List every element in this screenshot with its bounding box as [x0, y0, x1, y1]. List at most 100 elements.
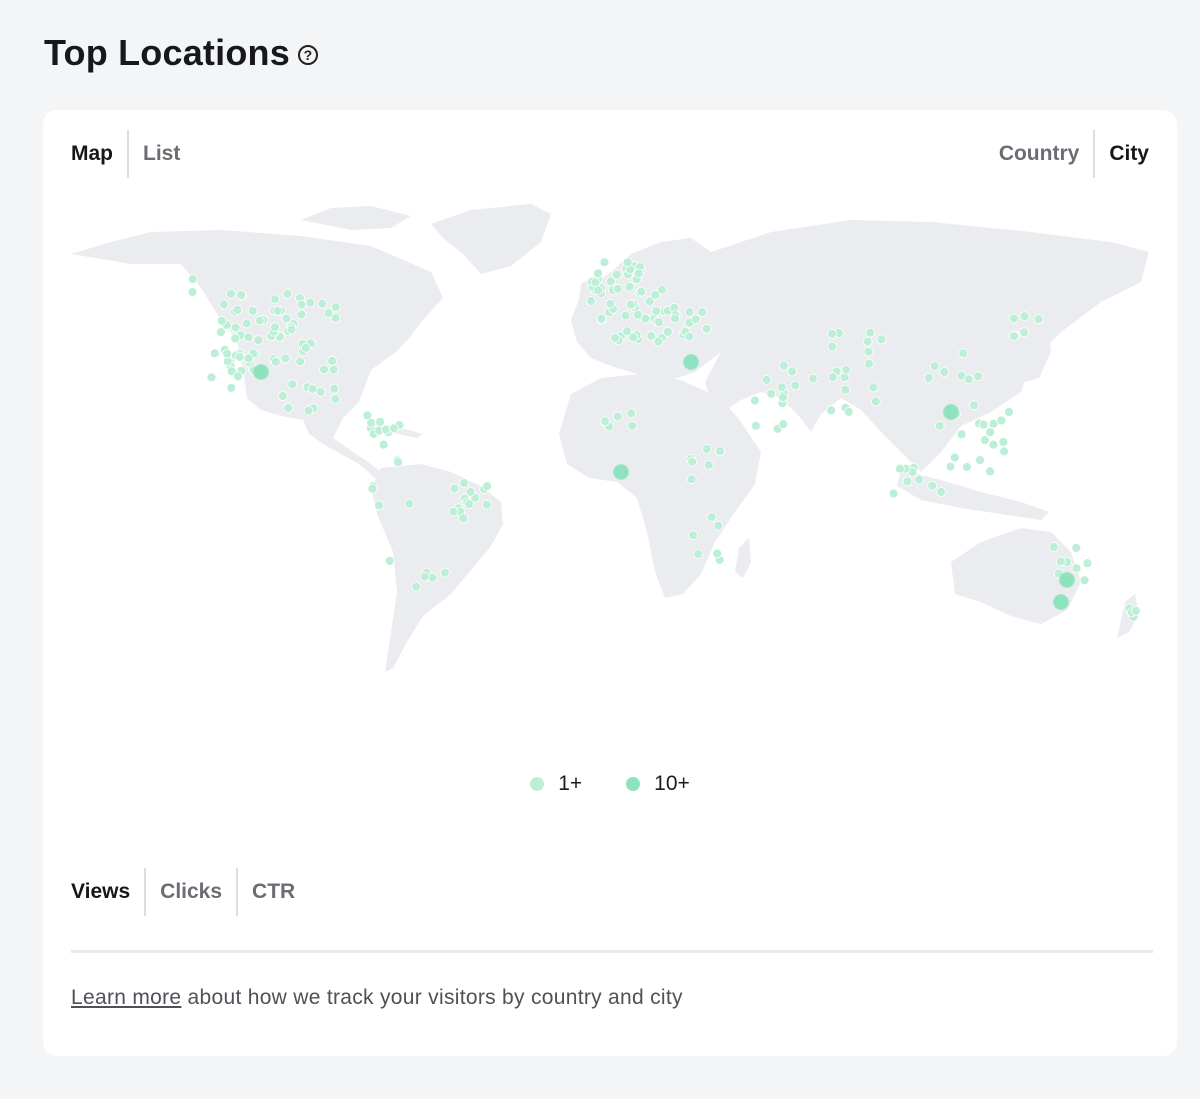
city-marker[interactable]	[230, 333, 241, 344]
city-marker[interactable]	[949, 452, 960, 463]
city-marker[interactable]	[934, 420, 945, 431]
city-marker[interactable]	[303, 405, 314, 416]
city-marker[interactable]	[624, 281, 635, 292]
city-marker[interactable]	[693, 549, 704, 560]
city-marker[interactable]	[684, 307, 695, 317]
city-marker[interactable]	[222, 348, 233, 359]
city-marker[interactable]	[927, 480, 938, 491]
city-marker[interactable]	[449, 483, 460, 494]
city-marker[interactable]	[651, 306, 662, 316]
city-marker[interactable]	[998, 437, 1009, 447]
city-marker[interactable]	[654, 317, 664, 327]
city-marker[interactable]	[963, 374, 974, 385]
city-marker[interactable]	[626, 408, 637, 419]
city-marker[interactable]	[985, 427, 996, 438]
city-marker[interactable]	[458, 513, 469, 524]
city-marker[interactable]	[790, 380, 801, 391]
city-marker[interactable]	[636, 286, 647, 297]
city-marker[interactable]	[975, 455, 985, 466]
city-marker[interactable]	[280, 353, 291, 364]
city-marker[interactable]	[988, 418, 999, 429]
city-marker[interactable]	[1079, 575, 1090, 586]
city-marker[interactable]	[225, 288, 236, 299]
city-marker[interactable]	[684, 331, 695, 342]
city-marker[interactable]	[958, 348, 969, 359]
tab-list[interactable]: List	[127, 130, 194, 178]
city-marker[interactable]	[366, 417, 377, 428]
city-marker[interactable]	[187, 287, 198, 297]
city-marker-10plus[interactable]	[253, 364, 269, 380]
city-marker[interactable]	[315, 387, 326, 397]
city-marker[interactable]	[627, 420, 638, 431]
city-marker[interactable]	[640, 313, 651, 324]
city-marker[interactable]	[778, 419, 789, 430]
city-marker[interactable]	[713, 520, 724, 531]
city-marker[interactable]	[902, 476, 913, 487]
city-marker[interactable]	[999, 446, 1009, 457]
city-marker[interactable]	[715, 446, 725, 457]
city-marker-10plus[interactable]	[683, 354, 699, 370]
city-marker[interactable]	[701, 324, 712, 334]
city-marker[interactable]	[776, 382, 787, 393]
city-marker[interactable]	[393, 457, 404, 468]
city-marker[interactable]	[448, 506, 459, 517]
city-marker[interactable]	[226, 382, 237, 393]
city-marker[interactable]	[969, 400, 979, 411]
city-marker[interactable]	[1131, 605, 1141, 616]
city-marker[interactable]	[482, 481, 492, 492]
city-marker[interactable]	[697, 307, 708, 318]
city-marker[interactable]	[300, 342, 311, 353]
city-marker[interactable]	[296, 299, 307, 310]
city-marker[interactable]	[605, 298, 616, 309]
tab-clicks[interactable]: Clicks	[144, 868, 236, 916]
city-marker[interactable]	[625, 299, 636, 310]
city-marker[interactable]	[956, 429, 967, 440]
city-marker[interactable]	[270, 294, 280, 305]
city-marker[interactable]	[761, 374, 772, 385]
city-marker[interactable]	[622, 257, 633, 268]
city-marker[interactable]	[287, 379, 298, 390]
city-marker[interactable]	[1048, 542, 1059, 552]
city-marker[interactable]	[865, 327, 876, 338]
city-marker[interactable]	[914, 474, 925, 485]
city-marker[interactable]	[440, 567, 450, 578]
city-marker[interactable]	[687, 456, 698, 467]
city-marker[interactable]	[868, 382, 879, 393]
city-marker[interactable]	[841, 364, 852, 375]
city-marker[interactable]	[295, 356, 306, 367]
city-marker[interactable]	[628, 332, 639, 343]
city-marker[interactable]	[329, 383, 340, 394]
city-marker[interactable]	[827, 341, 837, 352]
city-marker[interactable]	[218, 299, 229, 310]
city-marker[interactable]	[703, 460, 714, 470]
city-marker[interactable]	[766, 388, 777, 399]
city-marker[interactable]	[750, 420, 761, 431]
city-marker[interactable]	[778, 392, 788, 403]
city-marker[interactable]	[1033, 314, 1044, 324]
city-marker[interactable]	[378, 439, 389, 450]
city-marker[interactable]	[936, 486, 946, 497]
city-marker[interactable]	[247, 306, 258, 316]
city-marker[interactable]	[367, 483, 378, 494]
city-marker-10plus[interactable]	[613, 464, 629, 480]
city-marker-10plus[interactable]	[943, 404, 959, 420]
city-marker[interactable]	[605, 276, 616, 287]
learn-more-link[interactable]: Learn more	[71, 986, 181, 1009]
city-marker[interactable]	[1009, 331, 1019, 342]
city-marker[interactable]	[596, 313, 607, 324]
city-marker[interactable]	[374, 500, 384, 511]
city-marker[interactable]	[712, 548, 723, 559]
city-marker[interactable]	[272, 306, 283, 316]
city-marker[interactable]	[778, 360, 789, 371]
city-marker[interactable]	[973, 371, 983, 382]
city-marker[interactable]	[663, 326, 673, 337]
city-marker[interactable]	[599, 257, 610, 268]
city-marker[interactable]	[1019, 327, 1029, 338]
city-marker[interactable]	[945, 461, 956, 472]
city-marker[interactable]	[862, 336, 873, 347]
city-marker[interactable]	[686, 474, 697, 485]
city-marker[interactable]	[706, 512, 717, 522]
city-marker[interactable]	[750, 395, 760, 406]
city-marker[interactable]	[234, 351, 245, 362]
city-marker[interactable]	[459, 478, 470, 489]
